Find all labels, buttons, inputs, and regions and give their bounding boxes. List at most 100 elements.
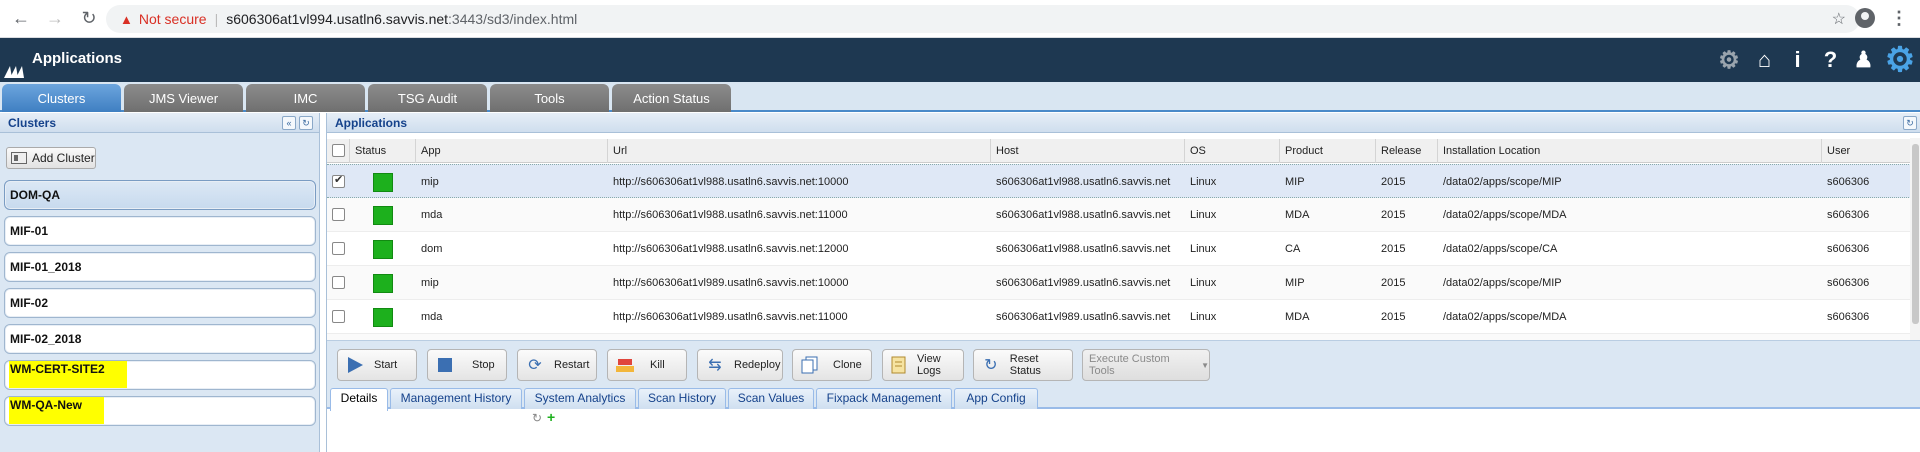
cluster-item[interactable]: MIF-01_2018 xyxy=(4,252,316,282)
back-arrow-icon[interactable]: ← xyxy=(8,6,34,32)
table-row[interactable]: mip http://s606306at1vl988.usatln6.savvi… xyxy=(327,164,1920,198)
execute-custom-tools-button[interactable]: Execute Custom Tools ▼ xyxy=(1082,349,1210,381)
kill-button[interactable]: Kill xyxy=(607,349,687,381)
cell-product: MIP xyxy=(1285,176,1305,188)
cell-app: dom xyxy=(421,243,443,255)
user-icon[interactable]: ♟ xyxy=(1847,38,1880,82)
row-checkbox[interactable] xyxy=(332,242,345,255)
address-bar[interactable]: ▲ Not secure | s606306at1vl994.usatln6.s… xyxy=(106,5,1860,33)
tab-tools[interactable]: Tools xyxy=(490,84,609,112)
help-icon[interactable]: ? xyxy=(1814,38,1847,82)
cell-url[interactable]: http://s606306at1vl988.usatln6.savvis.ne… xyxy=(608,165,848,199)
tab-system-analytics[interactable]: System Analytics xyxy=(524,388,636,409)
tab-scan-values[interactable]: Scan Values xyxy=(728,388,814,409)
col-header-user[interactable]: User xyxy=(1822,139,1920,163)
cluster-label: MIF-02_2018 xyxy=(10,332,82,346)
cell-app: mda xyxy=(421,311,443,323)
dropdown-caret-icon: ▼ xyxy=(1201,360,1209,370)
clusters-panel-header: Clusters « ↻ xyxy=(0,113,319,133)
clone-button[interactable]: Clone xyxy=(792,349,872,381)
redeploy-button[interactable]: ⇆ Redeploy xyxy=(697,349,783,381)
tab-app-config[interactable]: App Config xyxy=(954,388,1038,409)
cell-product: MDA xyxy=(1285,209,1310,221)
col-header-url[interactable]: Url xyxy=(608,139,991,163)
reset-status-button[interactable]: ↻ Reset Status xyxy=(973,349,1073,381)
tab-management-history[interactable]: Management History xyxy=(390,388,522,409)
info-icon[interactable]: i xyxy=(1781,38,1814,82)
tab-tsg-audit[interactable]: TSG Audit xyxy=(368,84,487,112)
reset-icon: ↻ xyxy=(984,357,998,374)
row-checkbox[interactable] xyxy=(332,310,345,323)
refresh-icon[interactable]: ↻ xyxy=(1903,116,1917,130)
applications-panel: Applications ↻ Status App Url Host OS Pr… xyxy=(326,113,1920,452)
col-header-app[interactable]: App xyxy=(416,139,608,163)
clone-icon xyxy=(799,354,821,376)
row-checkbox[interactable] xyxy=(332,276,345,289)
cluster-item[interactable]: DOM-QA xyxy=(4,180,316,210)
tab-clusters[interactable]: Clusters xyxy=(2,84,121,112)
tab-imc[interactable]: IMC xyxy=(246,84,365,112)
kebab-menu-icon[interactable]: ⋮ xyxy=(1890,6,1908,30)
play-icon xyxy=(344,354,366,376)
cluster-item[interactable]: MIF-01 xyxy=(4,216,316,246)
row-checkbox[interactable] xyxy=(332,173,345,188)
cluster-label: MIF-02 xyxy=(10,296,49,310)
cluster-item[interactable]: MIF-02 xyxy=(4,288,316,318)
start-button[interactable]: Start xyxy=(337,349,417,381)
table-row[interactable]: mda http://s606306at1vl989.usatln6.savvi… xyxy=(327,300,1920,334)
collapse-icon[interactable]: « xyxy=(282,116,296,130)
cell-url[interactable]: http://s606306at1vl989.usatln6.savvis.ne… xyxy=(608,300,848,334)
tab-fixpack-management[interactable]: Fixpack Management xyxy=(816,388,952,409)
app-gear-logo-icon[interactable]: ⚙ xyxy=(1880,38,1920,82)
clone-label: Clone xyxy=(833,359,862,371)
cell-url[interactable]: http://s606306at1vl988.usatln6.savvis.ne… xyxy=(608,198,848,232)
cell-host: s606306at1vl989.usatln6.savvis.net xyxy=(996,277,1171,289)
select-all-checkbox[interactable] xyxy=(332,144,345,157)
status-indicator xyxy=(373,206,393,225)
kill-icon xyxy=(614,354,636,376)
status-indicator xyxy=(373,274,393,293)
cell-location: /data02/apps/scope/MDA xyxy=(1443,311,1567,323)
settings-gear-icon[interactable]: ⚙ xyxy=(1710,38,1748,82)
refresh-icon[interactable]: ↻ xyxy=(532,411,542,425)
row-checkbox[interactable] xyxy=(332,208,345,221)
add-cluster-button[interactable]: Add Cluster xyxy=(6,147,96,169)
col-header-installation-location[interactable]: Installation Location xyxy=(1438,139,1822,163)
scrollbar-thumb[interactable] xyxy=(1912,144,1919,324)
cell-location: /data02/apps/scope/MIP xyxy=(1443,176,1562,188)
cluster-item[interactable]: MIF-02_2018 xyxy=(4,324,316,354)
add-icon[interactable]: + xyxy=(547,409,555,425)
url-host: s606306at1vl994.usatln6.savvis.net xyxy=(226,11,449,27)
start-label: Start xyxy=(374,359,398,371)
reload-icon[interactable]: ↻ xyxy=(76,6,102,32)
table-row[interactable]: mip http://s606306at1vl989.usatln6.savvi… xyxy=(327,266,1920,300)
table-row[interactable]: mda http://s606306at1vl988.usatln6.savvi… xyxy=(327,198,1920,232)
tab-jms-viewer[interactable]: JMS Viewer xyxy=(124,84,243,112)
restart-button[interactable]: ⟳ Restart xyxy=(517,349,597,381)
table-row[interactable]: dom http://s606306at1vl988.usatln6.savvi… xyxy=(327,232,1920,266)
refresh-icon[interactable]: ↻ xyxy=(299,116,313,130)
view-logs-button[interactable]: View Logs xyxy=(882,349,964,381)
col-header-release[interactable]: Release xyxy=(1376,139,1438,163)
cell-url[interactable]: http://s606306at1vl989.usatln6.savvis.ne… xyxy=(608,266,848,300)
action-toolbar: Start Stop ⟳ Restart Kill ⇆ Redeploy Clo… xyxy=(327,340,1920,386)
profile-icon[interactable] xyxy=(1855,8,1875,28)
tab-scan-history[interactable]: Scan History xyxy=(638,388,726,409)
grid-scrollbar[interactable] xyxy=(1910,138,1920,340)
cell-release: 2015 xyxy=(1381,277,1406,289)
cluster-item[interactable]: WM-CERT-SITE2 xyxy=(4,360,316,390)
tab-action-status[interactable]: Action Status xyxy=(612,84,731,112)
forward-arrow-icon[interactable]: → xyxy=(42,6,68,32)
stop-button[interactable]: Stop xyxy=(427,349,507,381)
col-header-os[interactable]: OS xyxy=(1185,139,1280,163)
cell-url[interactable]: http://s606306at1vl988.usatln6.savvis.ne… xyxy=(608,232,848,266)
home-icon[interactable]: ⌂ xyxy=(1748,38,1781,82)
stop-label: Stop xyxy=(472,359,495,371)
clusters-panel-title: Clusters xyxy=(8,116,57,130)
col-header-status[interactable]: Status xyxy=(350,139,416,163)
tab-details[interactable]: Details xyxy=(330,388,388,411)
col-header-product[interactable]: Product xyxy=(1280,139,1376,163)
col-header-host[interactable]: Host xyxy=(991,139,1185,163)
cluster-item[interactable]: WM-QA-New xyxy=(4,396,316,426)
bookmark-star-icon[interactable]: ☆ xyxy=(1832,9,1846,29)
